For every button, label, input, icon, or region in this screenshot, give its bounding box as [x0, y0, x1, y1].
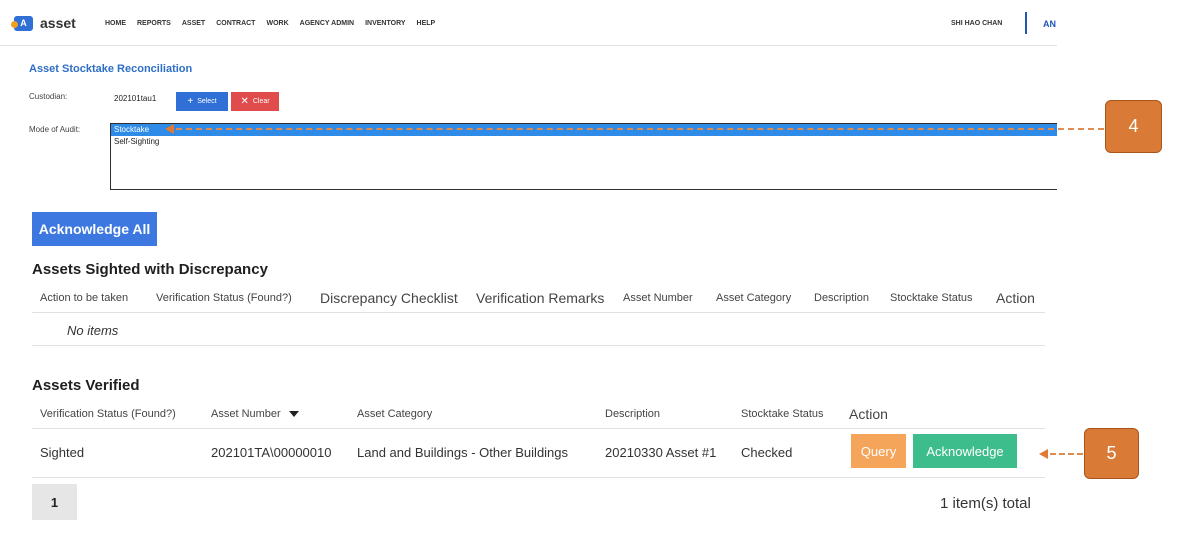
discrepancy-header-divider — [32, 312, 1045, 313]
total-items-count: 1 item(s) total — [940, 495, 1031, 512]
app-name: asset — [40, 15, 76, 31]
custodian-label: Custodian: — [29, 92, 68, 101]
col-asset-category[interactable]: Asset Category — [716, 292, 791, 304]
user-menu-tab[interactable]: AN — [1043, 19, 1056, 29]
mode-option-stocktake[interactable]: Stocktake — [111, 124, 1057, 136]
logo-dot-icon — [11, 20, 18, 28]
select-button-label: Select — [197, 98, 217, 105]
clear-button-label: Clear — [252, 98, 270, 105]
verified-col-verification-status[interactable]: Verification Status (Found?) — [40, 408, 176, 420]
row-verification-status: Sighted — [40, 445, 85, 460]
mode-of-audit-label: Mode of Audit: — [29, 125, 81, 134]
col-verification-status[interactable]: Verification Status (Found?) — [156, 292, 292, 304]
nav-reports[interactable]: REPORTS — [137, 20, 171, 27]
mode-of-audit-listbox[interactable]: Stocktake Self-Sighting — [110, 123, 1057, 190]
discrepancy-bottom-divider — [32, 345, 1045, 346]
col-action[interactable]: Action — [996, 290, 1035, 306]
nav-work[interactable]: WORK — [266, 20, 288, 27]
close-icon: ✕ — [240, 95, 249, 107]
row-description: 20210330 Asset #1 — [605, 445, 717, 460]
custodian-value: 202101tau1 — [114, 94, 157, 103]
user-divider — [1025, 12, 1027, 34]
row-stocktake-status: Checked — [741, 445, 793, 460]
col-verification-remarks[interactable]: Verification Remarks — [476, 290, 604, 306]
callout-4-dashed-line — [176, 128, 1104, 130]
page-title: Asset Stocktake Reconciliation — [29, 63, 193, 75]
select-custodian-button[interactable]: + Select — [176, 92, 228, 111]
callout-5-arrowhead-icon — [1039, 449, 1048, 459]
acknowledge-all-button[interactable]: Acknowledge All — [32, 212, 157, 246]
callout-4: 4 — [1105, 100, 1162, 153]
logo-letter: A — [20, 18, 27, 28]
verified-col-asset-number-label: Asset Number — [211, 408, 281, 420]
verified-col-description[interactable]: Description — [605, 408, 660, 420]
col-description[interactable]: Description — [814, 292, 869, 304]
mode-option-self-sighting[interactable]: Self-Sighting — [111, 136, 1057, 148]
callout-5: 5 — [1084, 428, 1139, 479]
nav-agency-admin[interactable]: AGENCY ADMIN — [300, 20, 354, 27]
plus-icon: + — [187, 95, 194, 107]
callout-5-dashed-line — [1050, 453, 1083, 455]
pagination-page-1[interactable]: 1 — [32, 484, 77, 520]
verified-row-divider — [32, 477, 1045, 478]
main-nav: HOME REPORTS ASSET CONTRACT WORK AGENCY … — [105, 20, 435, 27]
nav-home[interactable]: HOME — [105, 20, 126, 27]
top-navigation-bar: A asset HOME REPORTS ASSET CONTRACT WORK… — [0, 0, 1057, 46]
nav-help[interactable]: HELP — [417, 20, 436, 27]
verified-col-asset-category[interactable]: Asset Category — [357, 408, 432, 420]
discrepancy-empty-text: No items — [67, 323, 119, 338]
col-stocktake-status[interactable]: Stocktake Status — [890, 292, 973, 304]
nav-asset[interactable]: ASSET — [182, 20, 205, 27]
col-action-to-be-taken[interactable]: Action to be taken — [40, 292, 128, 304]
nav-contract[interactable]: CONTRACT — [216, 20, 255, 27]
row-asset-category: Land and Buildings - Other Buildings — [357, 445, 569, 460]
sort-descending-icon — [288, 411, 299, 418]
verified-col-stocktake-status[interactable]: Stocktake Status — [741, 408, 824, 420]
verified-col-action[interactable]: Action — [849, 406, 888, 422]
discrepancy-section-title: Assets Sighted with Discrepancy — [32, 261, 268, 278]
col-asset-number[interactable]: Asset Number — [623, 292, 693, 304]
nav-inventory[interactable]: INVENTORY — [365, 20, 405, 27]
logo-badge-icon: A — [11, 15, 33, 31]
row-asset-number: 202101TA\00000010 — [211, 445, 332, 460]
clear-custodian-button[interactable]: ✕ Clear — [231, 92, 279, 111]
verified-section-title: Assets Verified — [32, 377, 140, 394]
query-button[interactable]: Query — [851, 434, 906, 468]
callout-4-arrowhead-icon — [165, 124, 174, 134]
acknowledge-button[interactable]: Acknowledge — [913, 434, 1017, 468]
col-discrepancy-checklist[interactable]: Discrepancy Checklist — [320, 290, 458, 306]
user-name[interactable]: SHI HAO CHAN — [951, 20, 1002, 27]
verified-col-asset-number[interactable]: Asset Number — [211, 408, 299, 420]
verified-header-divider — [32, 428, 1045, 429]
app-logo[interactable]: A asset — [11, 15, 76, 31]
